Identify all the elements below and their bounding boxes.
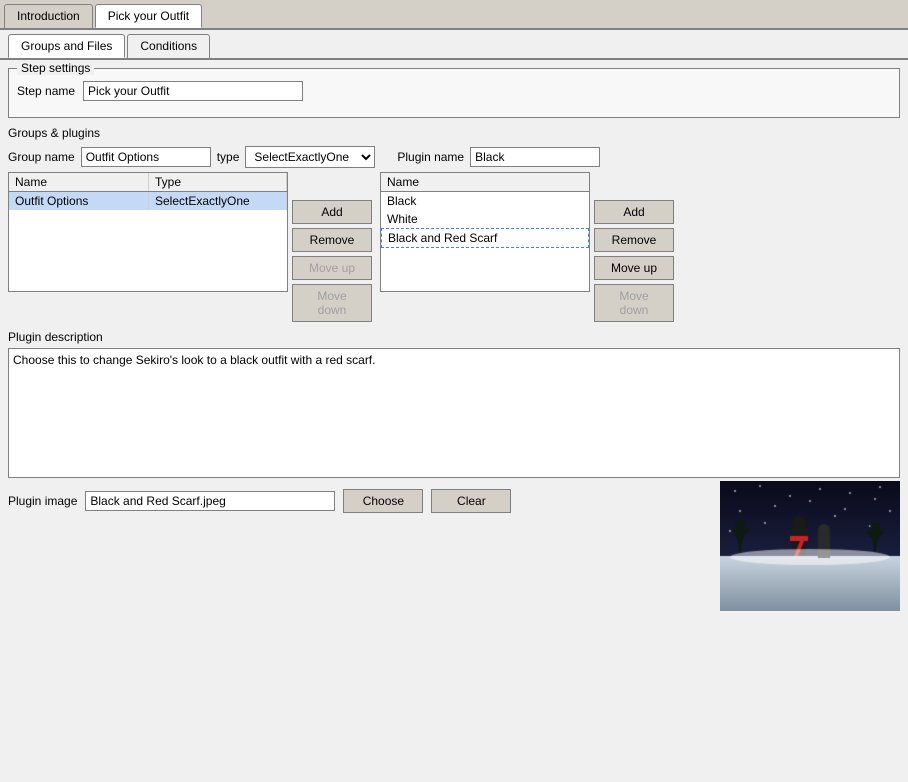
plugin-remove-button[interactable]: Remove (594, 228, 674, 252)
plugin-list-header: Name (381, 173, 589, 192)
group-add-button[interactable]: Add (292, 200, 372, 224)
group-col-name-header: Name (9, 173, 149, 191)
group-buttons-col: Add Remove Move up Move down (292, 172, 372, 322)
plugin-description-section: Plugin description Choose this to change… (8, 330, 900, 481)
step-name-label: Step name (17, 84, 75, 98)
plugin-image-input[interactable] (85, 491, 335, 511)
list-item[interactable]: Black and Red Scarf (381, 228, 589, 248)
plugin-buttons-col: Add Remove Move up Move down (594, 172, 674, 322)
plugin-list-container: Name Black White Black and Red Scarf (380, 172, 590, 292)
plugin-name-label: Plugin name (397, 150, 464, 164)
plugin-move-down-button[interactable]: Move down (594, 284, 674, 322)
main-content: Step settings Step name Groups & plugins… (0, 60, 908, 619)
group-table: Name Type Outfit Options SelectExactlyOn… (8, 172, 288, 292)
top-tab-bar: Introduction Pick your Outfit (0, 0, 908, 30)
type-select[interactable]: SelectExactlyOne SelectAtLeastOne Select… (245, 146, 375, 168)
group-col-type-header: Type (149, 173, 287, 191)
type-label: type (217, 150, 240, 164)
group-panel: Name Type Outfit Options SelectExactlyOn… (8, 172, 372, 322)
group-name-label: Group name (8, 150, 75, 164)
list-item[interactable]: White (381, 210, 589, 228)
plugin-description-textarea[interactable]: Choose this to change Sekiro's look to a… (8, 348, 900, 478)
choose-button[interactable]: Choose (343, 489, 423, 513)
list-item[interactable]: Black (381, 192, 589, 210)
plugin-image-label: Plugin image (8, 494, 77, 508)
group-name-input[interactable] (81, 147, 211, 167)
group-row-type: SelectExactlyOne (149, 192, 287, 210)
plugin-move-up-button[interactable]: Move up (594, 256, 674, 280)
group-header-row: Group name type SelectExactlyOne SelectA… (8, 146, 900, 168)
tab-groups-files[interactable]: Groups and Files (8, 34, 125, 58)
tab-pick-outfit[interactable]: Pick your Outfit (95, 4, 202, 28)
image-preview (720, 481, 900, 611)
step-name-input[interactable] (83, 81, 303, 101)
group-remove-button[interactable]: Remove (292, 228, 372, 252)
plugin-list: Name Black White Black and Red Scarf (380, 172, 590, 292)
table-row[interactable]: Outfit Options SelectExactlyOne (9, 192, 287, 210)
step-settings-group: Step settings Step name (8, 68, 900, 118)
plugin-name-input[interactable] (470, 147, 600, 167)
plugin-add-button[interactable]: Add (594, 200, 674, 224)
step-settings-title: Step settings (17, 61, 94, 75)
group-move-up-button[interactable]: Move up (292, 256, 372, 280)
plugin-panel: Name Black White Black and Red Scarf Add… (380, 172, 900, 322)
group-table-header: Name Type (9, 173, 287, 192)
groups-plugins-label: Groups & plugins (8, 126, 900, 140)
group-table-container: Name Type Outfit Options SelectExactlyOn… (8, 172, 288, 292)
clear-button[interactable]: Clear (431, 489, 511, 513)
preview-canvas (720, 481, 900, 611)
secondary-tab-bar: Groups and Files Conditions (0, 30, 908, 60)
panels-row: Name Type Outfit Options SelectExactlyOn… (8, 172, 900, 322)
tab-introduction[interactable]: Introduction (4, 4, 93, 28)
groups-plugins-section: Groups & plugins Group name type SelectE… (8, 126, 900, 322)
tab-conditions[interactable]: Conditions (127, 34, 210, 58)
group-move-down-button[interactable]: Move down (292, 284, 372, 322)
group-row-name: Outfit Options (9, 192, 149, 210)
plugin-image-row: Plugin image Choose Clear (8, 489, 712, 513)
bottom-area: Plugin image Choose Clear (8, 481, 900, 611)
plugin-image-left: Plugin image Choose Clear (8, 481, 712, 513)
plugin-description-label: Plugin description (8, 330, 900, 344)
